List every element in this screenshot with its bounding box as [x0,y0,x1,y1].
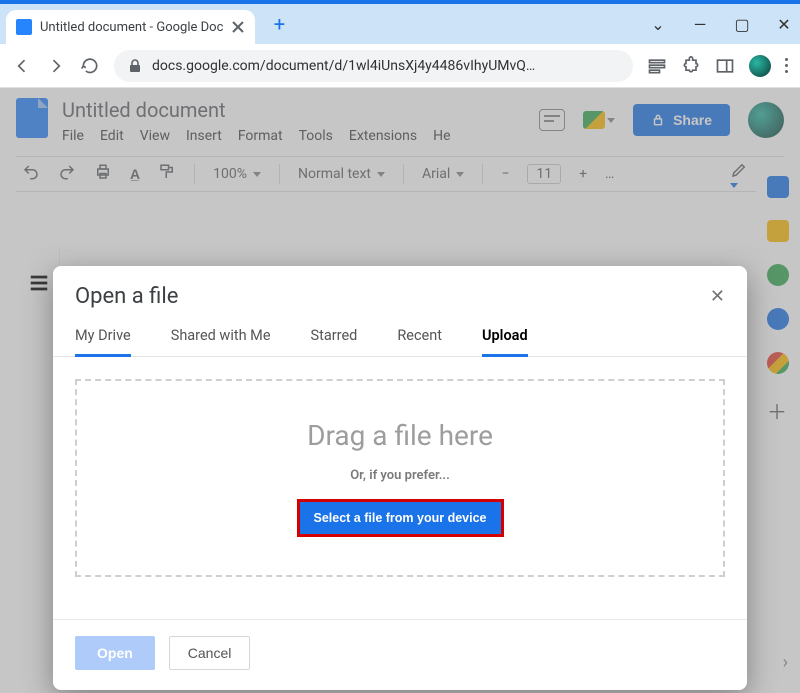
editing-mode-icon[interactable] [730,161,748,188]
lock-icon [128,59,142,73]
dialog-footer: Open Cancel [53,619,747,670]
maximize-icon[interactable]: ▢ [732,15,752,34]
docs-logo-icon[interactable] [16,98,48,138]
open-file-dialog: Open a file ✕ My Drive Shared with Me St… [53,266,747,690]
addons-plus-icon[interactable]: ＋ [767,396,789,418]
drag-instruction: Drag a file here [307,419,493,452]
menu-bar: File Edit View Insert Format Tools Exten… [62,128,525,144]
tab-shared-with-me[interactable]: Shared with Me [171,327,271,356]
print-icon[interactable] [94,163,112,185]
menu-view[interactable]: View [140,128,170,144]
docs-favicon [16,19,32,35]
profile-avatar-icon[interactable] [749,55,771,77]
document-title[interactable]: Untitled document [62,98,525,122]
spellcheck-icon[interactable]: A̲ [130,166,140,183]
close-window-icon[interactable]: ✕ [774,15,794,34]
reload-button[interactable] [80,56,100,76]
open-button[interactable]: Open [75,636,155,670]
menu-insert[interactable]: Insert [186,128,222,144]
account-avatar[interactable] [748,102,784,138]
menu-tools[interactable]: Tools [299,128,333,144]
share-button[interactable]: Share [633,104,730,136]
url-text: docs.google.com/document/d/1wl4iUnsXj4y4… [152,58,599,74]
tab-my-drive[interactable]: My Drive [75,327,131,356]
expand-side-panel-icon[interactable]: › [783,652,788,673]
tab-title: Untitled document - Google Doc [40,20,223,35]
zoom-dropdown[interactable]: 100% [213,166,261,182]
menu-help[interactable]: He [433,128,450,144]
cancel-button[interactable]: Cancel [169,636,251,670]
menu-edit[interactable]: Edit [100,128,124,144]
keep-icon[interactable] [767,220,789,242]
calendar-icon[interactable] [767,176,789,198]
menu-format[interactable]: Format [238,128,283,144]
meet-icon[interactable] [583,111,615,129]
share-button-label: Share [673,112,712,128]
docs-header: Untitled document File Edit View Insert … [0,88,800,144]
font-size-plus[interactable]: + [579,166,587,182]
font-dropdown[interactable]: Arial [422,166,464,182]
address-bar-row: docs.google.com/document/d/1wl4iUnsXj4y4… [0,44,800,88]
font-size-minus[interactable]: − [501,166,509,182]
comments-icon[interactable] [539,109,565,131]
tab-recent[interactable]: Recent [397,327,442,356]
minimize-icon[interactable]: — [690,15,710,34]
menu-extensions[interactable]: Extensions [349,128,417,144]
browser-tab[interactable]: Untitled document - Google Doc [6,10,255,44]
side-panel: ＋ [756,158,800,693]
dialog-tabs: My Drive Shared with Me Starred Recent U… [53,315,747,357]
extensions-puzzle-icon[interactable] [681,56,701,76]
tasks-icon[interactable] [767,264,789,286]
window-controls: ⌄ — ▢ ✕ [648,4,794,44]
menu-file[interactable]: File [62,128,84,144]
tab-upload[interactable]: Upload [482,327,528,356]
close-tab-icon[interactable] [231,20,245,34]
docs-toolbar: A̲ 100% Normal text Arial − 11 + … [16,156,784,192]
tab-starred[interactable]: Starred [311,327,358,356]
dialog-title: Open a file [75,284,178,309]
redo-icon[interactable] [58,163,76,185]
browser-tab-bar: Untitled document - Google Doc + ⌄ — ▢ ✕ [0,4,800,44]
new-tab-button[interactable]: + [265,10,293,38]
dropdown-icon[interactable]: ⌄ [648,15,668,34]
omnibox[interactable]: docs.google.com/document/d/1wl4iUnsXj4y4… [114,50,633,82]
select-file-highlight: Select a file from your device [297,499,504,537]
reader-icon[interactable] [647,56,667,76]
upload-dropzone[interactable]: Drag a file here Or, if you prefer... Se… [75,379,725,577]
panel-icon[interactable] [715,56,735,76]
maps-icon[interactable] [767,352,789,374]
style-dropdown[interactable]: Normal text [298,166,385,182]
outline-icon[interactable] [28,272,50,294]
paint-format-icon[interactable] [158,163,176,185]
extension-icons [647,55,788,77]
chrome-menu-icon[interactable] [785,58,788,73]
docs-app: Untitled document File Edit View Insert … [0,88,800,693]
contacts-icon[interactable] [767,308,789,330]
toolbar-overflow[interactable]: … [605,166,614,182]
back-button[interactable] [12,56,32,76]
forward-button[interactable] [46,56,66,76]
prefer-instruction: Or, if you prefer... [350,468,450,483]
document-margin [0,248,60,693]
dialog-close-button[interactable]: ✕ [710,286,725,307]
select-file-button[interactable]: Select a file from your device [300,502,501,534]
undo-icon[interactable] [22,163,40,185]
font-size-value[interactable]: 11 [527,164,561,184]
